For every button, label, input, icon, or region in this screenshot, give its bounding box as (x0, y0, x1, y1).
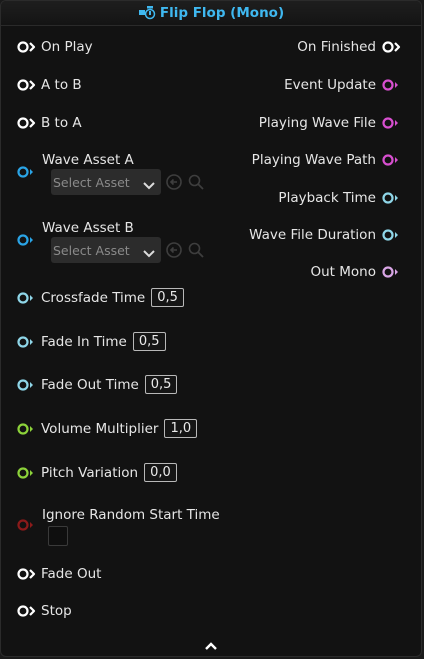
input-pin-fade-in-time[interactable]: Fade In Time 0,5 (16, 332, 166, 351)
asset-select-dropdown[interactable]: Select Asset (51, 169, 161, 195)
float-pin-icon[interactable] (16, 291, 38, 305)
exec-pin-icon[interactable] (16, 604, 38, 618)
audio-pin-icon[interactable] (381, 265, 403, 279)
input-pin-wave-asset-a[interactable]: Wave Asset A Select Asset (16, 152, 216, 202)
pin-label: On Finished (297, 39, 376, 55)
chevron-down-icon (143, 178, 155, 190)
chevron-up-icon[interactable] (204, 636, 218, 655)
pin-label: Volume Multiplier (41, 420, 159, 437)
exec-pin-icon[interactable] (381, 40, 403, 54)
select-value: Select Asset (53, 242, 130, 258)
pin-label: Fade Out Time (41, 376, 139, 393)
output-pin-playback-time[interactable]: Playback Time (278, 190, 403, 206)
node-header[interactable]: Flip Flop (Mono) (1, 1, 421, 26)
input-pin-crossfade-time[interactable]: Crossfade Time 0,5 (16, 288, 184, 307)
wave-pin-icon[interactable] (16, 165, 38, 179)
float-pin-icon[interactable] (381, 191, 403, 205)
wave-file-pin-icon[interactable] (381, 116, 403, 130)
search-icon[interactable] (187, 173, 205, 191)
chevron-down-icon (143, 246, 155, 258)
pin-label: Pitch Variation (41, 464, 139, 481)
pin-label: Fade Out (41, 566, 102, 582)
input-pin-a-to-b[interactable]: A to B (16, 77, 82, 93)
wave-pin-icon[interactable] (16, 233, 38, 247)
pin-label: Ignore Random Start Time (42, 507, 220, 523)
fade-in-time-field[interactable]: 0,5 (132, 332, 166, 351)
flip-flop-icon (138, 5, 156, 21)
fade-out-time-field[interactable]: 0,5 (144, 375, 178, 394)
input-pin-fade-out[interactable]: Fade Out (16, 566, 101, 582)
pin-label: Playing Wave File (258, 115, 376, 131)
output-pin-out-mono[interactable]: Out Mono (311, 264, 404, 280)
output-pin-event-update[interactable]: Event Update (284, 77, 403, 93)
float-pin-icon[interactable] (381, 228, 403, 242)
input-pin-wave-asset-b[interactable]: Wave Asset B Select Asset (16, 220, 216, 270)
crossfade-time-field[interactable]: 0,5 (151, 288, 184, 307)
pitch-variation-field[interactable]: 0,0 (144, 463, 177, 482)
input-pin-stop[interactable]: Stop (16, 603, 72, 619)
output-pin-playing-wave-file[interactable]: Playing Wave File (259, 115, 403, 131)
exec-pin-icon[interactable] (16, 40, 38, 54)
input-pin-on-play[interactable]: On Play (16, 39, 93, 55)
bool-pin-icon[interactable] (16, 518, 38, 532)
float-pin-icon[interactable] (16, 422, 38, 436)
pin-label: Crossfade Time (41, 289, 146, 306)
float-pin-icon[interactable] (16, 378, 38, 392)
node-title: Flip Flop (Mono) (159, 5, 285, 21)
string-pin-icon[interactable] (381, 153, 403, 167)
collapse-toggle[interactable] (1, 634, 421, 656)
pin-label: Event Update (284, 77, 376, 93)
pin-label: Wave Asset A (42, 152, 134, 168)
float-pin-icon[interactable] (16, 335, 38, 349)
pin-label: Stop (41, 603, 72, 619)
pin-label: Wave Asset B (42, 220, 134, 236)
exec-pin-icon[interactable] (16, 116, 38, 130)
trigger-pin-icon[interactable] (381, 78, 403, 92)
volume-multiplier-field[interactable]: 1,0 (164, 419, 198, 438)
flip-flop-node[interactable]: Flip Flop (Mono) On Play A to B B to A W… (0, 0, 422, 657)
arrow-left-circle-icon[interactable] (165, 173, 183, 191)
exec-pin-icon[interactable] (16, 78, 38, 92)
search-icon[interactable] (187, 241, 205, 259)
input-pin-b-to-a[interactable]: B to A (16, 115, 82, 131)
asset-select-dropdown[interactable]: Select Asset (51, 237, 161, 263)
input-pin-pitch-variation[interactable]: Pitch Variation 0,0 (16, 463, 177, 482)
exec-pin-icon[interactable] (16, 567, 38, 581)
pin-label: Fade In Time (41, 333, 127, 350)
ignore-random-checkbox[interactable] (48, 526, 68, 546)
float-pin-icon[interactable] (16, 466, 38, 480)
select-value: Select Asset (53, 174, 130, 190)
output-pin-playing-wave-path[interactable]: Playing Wave Path (252, 152, 403, 168)
output-pin-on-finished[interactable]: On Finished (297, 39, 403, 55)
pin-label: Playing Wave Path (251, 152, 376, 168)
output-pin-wave-file-duration[interactable]: Wave File Duration (249, 227, 403, 243)
pin-label: A to B (41, 77, 82, 93)
pin-label: Out Mono (310, 264, 377, 280)
pin-label: Playback Time (278, 190, 376, 206)
pin-label: B to A (41, 115, 82, 131)
pin-label: Wave File Duration (249, 227, 376, 243)
arrow-left-circle-icon[interactable] (165, 241, 183, 259)
input-pin-volume-multiplier[interactable]: Volume Multiplier 1,0 (16, 419, 198, 438)
pin-label: On Play (41, 39, 93, 55)
input-pin-fade-out-time[interactable]: Fade Out Time 0,5 (16, 375, 178, 394)
